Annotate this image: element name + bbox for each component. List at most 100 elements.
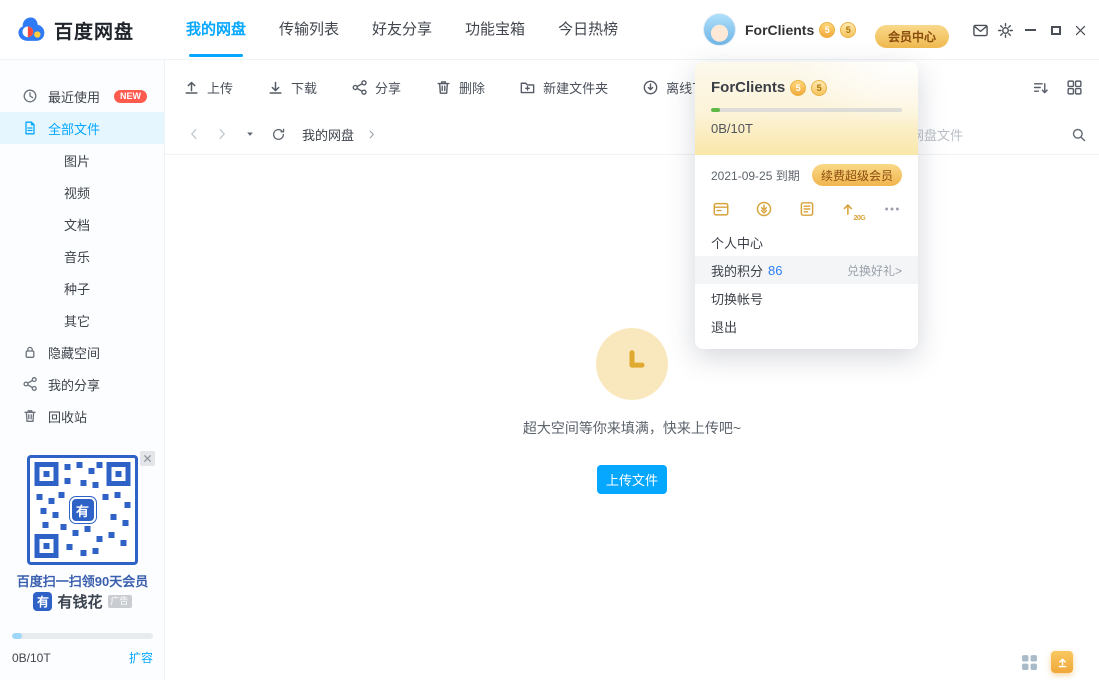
storage-progressbar xyxy=(12,633,153,639)
svip-level-badge: 5 xyxy=(840,22,856,38)
back-icon[interactable] xyxy=(186,126,202,142)
app-logo: 百度网盘 xyxy=(16,15,134,45)
sidebar-item-videos[interactable]: 视频 xyxy=(0,176,164,208)
refresh-icon[interactable] xyxy=(270,126,286,142)
floating-widgets xyxy=(1021,651,1073,673)
empty-message: 超大空间等你来填满，快来上传吧~ xyxy=(165,418,1099,438)
share-icon xyxy=(351,79,368,96)
more-privileges-icon[interactable] xyxy=(881,198,903,220)
empty-state: 超大空间等你来填满，快来上传吧~ 上传文件 xyxy=(165,155,1099,680)
delete-button[interactable]: 删除 xyxy=(435,78,485,97)
panel-storage-progressbar xyxy=(711,108,902,112)
expand-storage-link[interactable]: 扩容 xyxy=(129,649,153,666)
storage-row: 0B/10T 扩容 xyxy=(12,649,153,666)
upload-tasks-icon[interactable] xyxy=(1051,651,1073,673)
vip-level-badge: 5 xyxy=(819,22,835,38)
widgets-grid-icon[interactable] xyxy=(1021,654,1038,671)
trash-icon xyxy=(22,408,38,424)
sidebar-item-label: 最近使用 xyxy=(48,87,100,106)
ad-close-icon[interactable] xyxy=(140,451,155,466)
settings-gear-icon[interactable] xyxy=(993,17,1018,43)
history-dropdown-icon[interactable] xyxy=(242,126,258,142)
member-privilege-icon[interactable] xyxy=(710,198,732,220)
sidebar-item-label: 回收站 xyxy=(48,407,87,426)
upload-icon xyxy=(183,79,200,96)
baidu-netdisk-logo-icon xyxy=(16,15,46,45)
vip-expiry-row: 2021-09-25 到期 续费超级会员 xyxy=(695,164,918,186)
tab-friend-shares[interactable]: 好友分享 xyxy=(372,0,432,60)
new-folder-button[interactable]: 新建文件夹 xyxy=(519,78,608,97)
large-upload-icon[interactable]: 20G xyxy=(838,198,860,220)
privilege-icons-row: 20G xyxy=(695,198,918,220)
empty-clock-icon xyxy=(596,328,668,400)
toolbar-right xyxy=(1032,60,1083,114)
sidebar-item-recent[interactable]: 最近使用 NEW xyxy=(0,80,164,112)
tab-my-drive[interactable]: 我的网盘 xyxy=(186,0,246,60)
sidebar-item-hidden-space[interactable]: 隐藏空间 xyxy=(0,336,164,368)
download-icon xyxy=(267,79,284,96)
window-controls xyxy=(968,0,1093,60)
menu-item-my-points[interactable]: 我的积分 86 兑换好礼> xyxy=(695,256,918,284)
share-label: 分享 xyxy=(375,78,401,97)
clock-icon xyxy=(22,88,38,104)
user-account-area[interactable]: ForClients 5 5 xyxy=(703,13,856,46)
sidebar-item-my-shares[interactable]: 我的分享 xyxy=(0,368,164,400)
panel-svip-badge: 5 xyxy=(811,80,827,96)
redeem-gifts-link[interactable]: 兑换好礼> xyxy=(847,262,902,279)
switch-account-label: 切换帐号 xyxy=(711,289,763,308)
vip-center-button[interactable]: 会员中心 xyxy=(875,25,949,48)
minimize-button[interactable] xyxy=(1018,17,1043,43)
points-label: 我的积分 xyxy=(711,261,763,280)
new-badge: NEW xyxy=(114,90,147,103)
panel-username: ForClients xyxy=(711,79,785,96)
ad-brand: 有 有钱花 广告 xyxy=(0,591,165,612)
account-menu: 个人中心 我的积分 86 兑换好礼> 切换帐号 退出 xyxy=(695,228,918,340)
tab-transfer-list[interactable]: 传输列表 xyxy=(279,0,339,60)
fast-download-icon[interactable] xyxy=(753,198,775,220)
maximize-button[interactable] xyxy=(1043,17,1068,43)
sidebar-item-others[interactable]: 其它 xyxy=(0,304,164,336)
delete-label: 删除 xyxy=(459,78,485,97)
ad-tag: 广告 xyxy=(108,595,132,608)
breadcrumb-root[interactable]: 我的网盘 xyxy=(302,125,354,144)
menu-item-logout[interactable]: 退出 xyxy=(695,312,918,340)
sidebar-item-label: 图片 xyxy=(64,151,90,170)
sidebar-item-pictures[interactable]: 图片 xyxy=(0,144,164,176)
upload-button[interactable]: 上传 xyxy=(183,78,233,97)
share-button[interactable]: 分享 xyxy=(351,78,401,97)
account-summary: ForClients 5 5 0B/10T xyxy=(695,62,918,155)
new-folder-icon xyxy=(519,79,536,96)
tab-toolbox[interactable]: 功能宝箱 xyxy=(465,0,525,60)
forward-icon[interactable] xyxy=(214,126,230,142)
sidebar-item-all-files[interactable]: 全部文件 xyxy=(0,112,164,144)
grid-view-icon[interactable] xyxy=(1066,79,1083,96)
mail-icon[interactable] xyxy=(968,17,993,43)
menu-item-switch-account[interactable]: 切换帐号 xyxy=(695,284,918,312)
upload-20g-label: 20G xyxy=(854,215,866,222)
vip-expiry-date: 2021-09-25 到期 xyxy=(711,167,800,184)
download-button[interactable]: 下载 xyxy=(267,78,317,97)
online-notes-icon[interactable] xyxy=(796,198,818,220)
renew-svip-button[interactable]: 续费超级会员 xyxy=(812,164,902,186)
search-icon[interactable] xyxy=(1071,127,1087,143)
sort-icon[interactable] xyxy=(1032,79,1049,96)
qr-code-ad[interactable]: 有 xyxy=(27,455,138,565)
sidebar-item-label: 我的分享 xyxy=(48,375,100,394)
menu-item-personal-center[interactable]: 个人中心 xyxy=(695,228,918,256)
sidebar-item-label: 隐藏空间 xyxy=(48,343,100,362)
sidebar-item-documents[interactable]: 文档 xyxy=(0,208,164,240)
share-icon xyxy=(22,376,38,392)
sidebar-item-label: 视频 xyxy=(64,183,90,202)
sidebar-item-music[interactable]: 音乐 xyxy=(0,240,164,272)
panel-vip-badge: 5 xyxy=(790,80,806,96)
tab-hot-list[interactable]: 今日热榜 xyxy=(558,0,618,60)
close-button[interactable] xyxy=(1068,17,1093,43)
sidebar-item-torrents[interactable]: 种子 xyxy=(0,272,164,304)
sidebar-menu: 最近使用 NEW 全部文件 图片 视频 文档 音乐 种子 其它 xyxy=(0,60,164,432)
avatar[interactable] xyxy=(703,13,736,46)
new-folder-label: 新建文件夹 xyxy=(543,78,608,97)
brand-name: 有钱花 xyxy=(57,591,102,612)
upload-file-button[interactable]: 上传文件 xyxy=(597,465,667,494)
ad-caption: 百度扫一扫领90天会员 xyxy=(0,571,165,590)
sidebar-item-recycle-bin[interactable]: 回收站 xyxy=(0,400,164,432)
